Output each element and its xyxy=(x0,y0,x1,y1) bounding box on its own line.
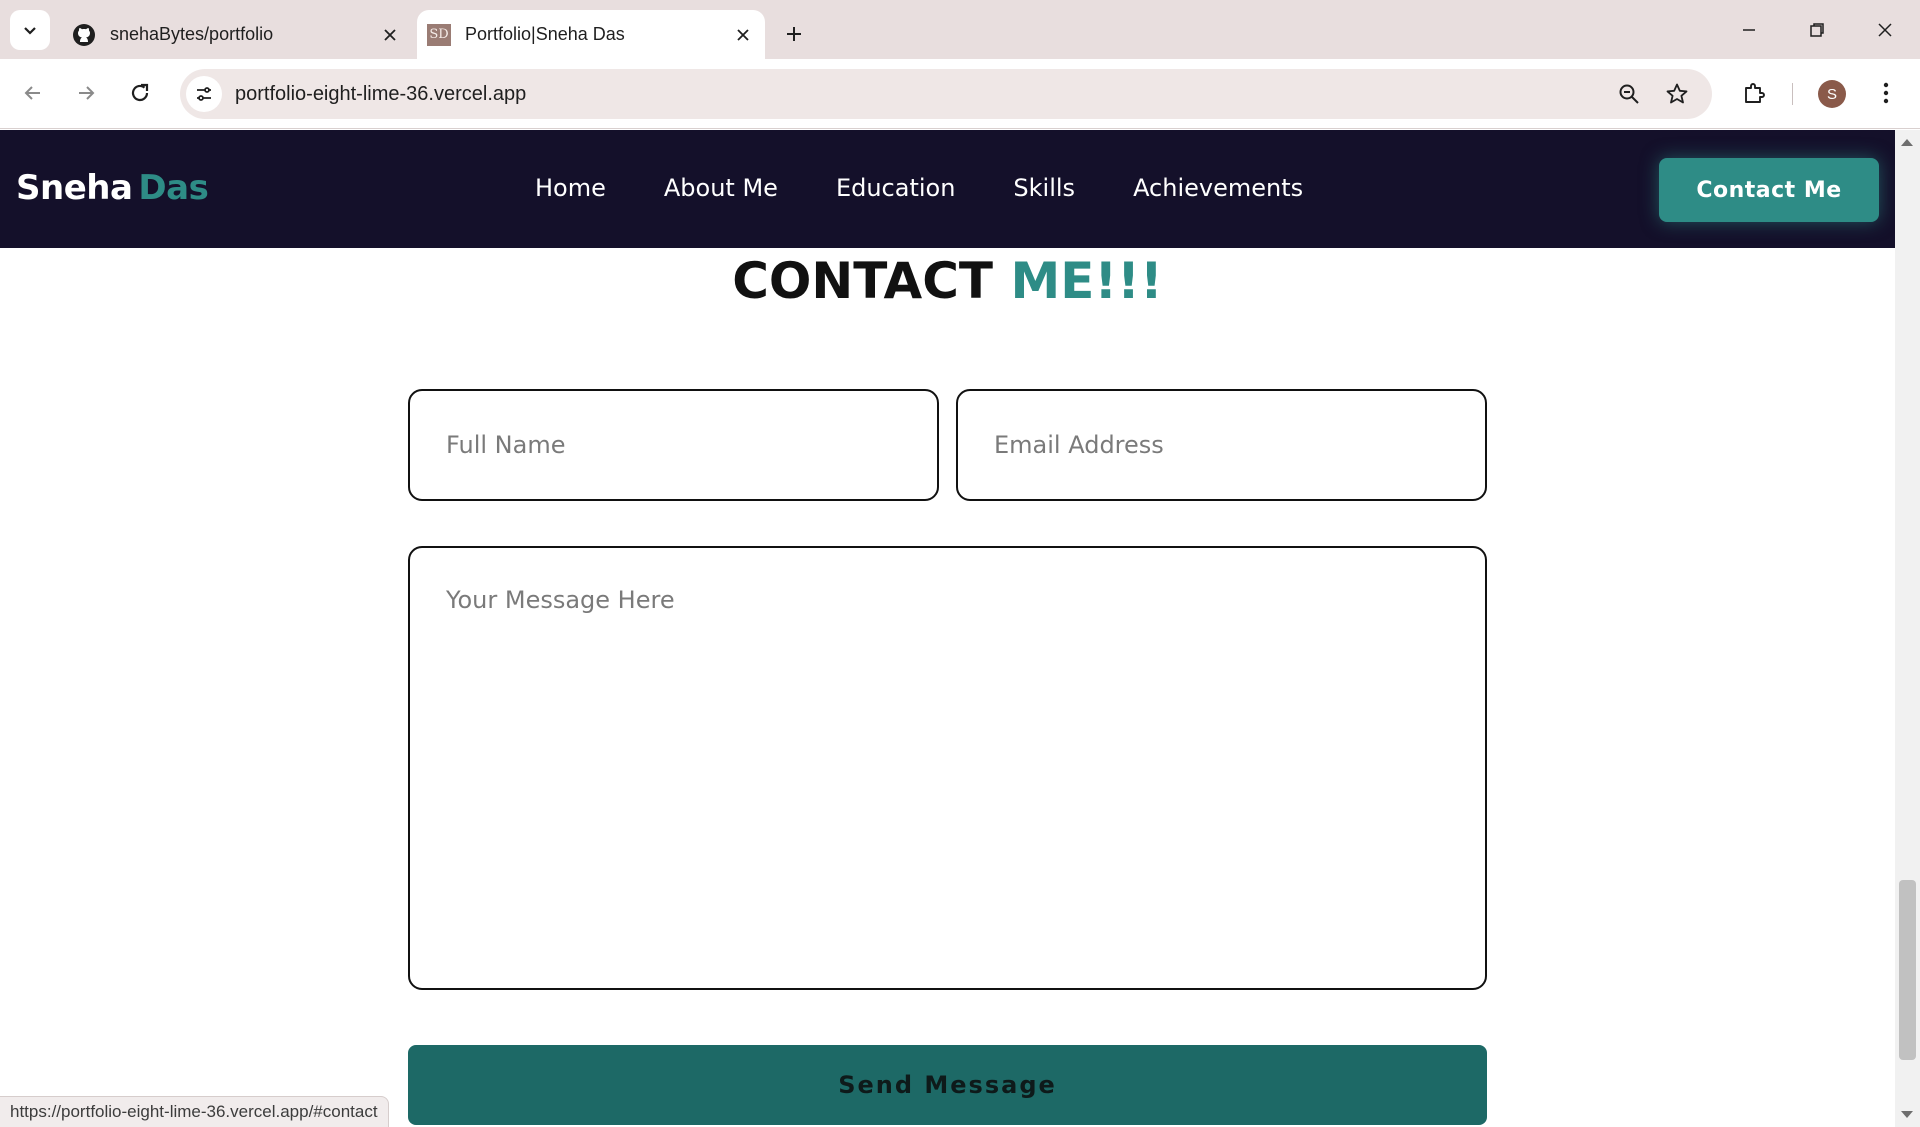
tab-portfolio[interactable]: SD Portfolio|Sneha Das xyxy=(417,10,765,59)
zoom-button[interactable] xyxy=(1614,79,1644,109)
page-viewport: Sneha Das Home About Me Education Skills … xyxy=(0,130,1895,1127)
full-name-placeholder: Full Name xyxy=(446,431,566,459)
new-tab-button[interactable] xyxy=(776,16,812,52)
github-icon xyxy=(72,23,96,47)
contact-me-button[interactable]: Contact Me xyxy=(1659,158,1879,222)
site-info-button[interactable] xyxy=(186,76,222,112)
browser-menu-button[interactable] xyxy=(1866,73,1906,113)
logo-first-name: Sneha xyxy=(16,168,133,208)
tab-github[interactable]: snehaBytes/portfolio xyxy=(62,10,412,59)
email-address-input[interactable]: Email Address xyxy=(956,389,1487,501)
title-part-2: ME!!! xyxy=(1010,252,1163,310)
tab-title: snehaBytes/portfolio xyxy=(110,24,274,44)
arrow-right-icon xyxy=(79,86,95,100)
close-icon xyxy=(1878,23,1892,37)
scrollbar-thumb[interactable] xyxy=(1899,880,1916,1060)
tab-search-button[interactable] xyxy=(10,10,50,50)
arrow-left-icon xyxy=(24,86,40,100)
nav-link-home[interactable]: Home xyxy=(535,174,606,202)
site-nav: Home About Me Education Skills Achieveme… xyxy=(535,174,1361,202)
chevron-down-icon xyxy=(24,27,36,35)
scroll-up-icon[interactable] xyxy=(1901,139,1913,146)
message-placeholder: Your Message Here xyxy=(446,586,675,614)
back-button[interactable] xyxy=(13,73,53,113)
toolbar-divider xyxy=(1792,83,1793,105)
title-part-1: CONTACT xyxy=(732,252,994,310)
nav-link-achievements[interactable]: Achievements xyxy=(1133,174,1303,202)
reload-button[interactable] xyxy=(120,73,160,113)
site-favicon-icon: SD xyxy=(427,23,451,46)
close-tab-icon[interactable] xyxy=(729,21,757,49)
minimize-button[interactable] xyxy=(1726,8,1772,52)
star-icon xyxy=(1666,83,1688,104)
email-placeholder: Email Address xyxy=(994,431,1164,459)
link-status-bar: https://portfolio-eight-lime-36.vercel.a… xyxy=(0,1096,389,1127)
restore-button[interactable] xyxy=(1794,8,1840,52)
more-vert-icon xyxy=(1883,82,1889,104)
browser-toolbar: portfolio-eight-lime-36.vercel.app S xyxy=(0,59,1920,129)
site-header: Sneha Das Home About Me Education Skills … xyxy=(0,130,1895,248)
forward-button[interactable] xyxy=(66,73,106,113)
nav-link-education[interactable]: Education xyxy=(836,174,955,202)
full-name-input[interactable]: Full Name xyxy=(408,389,939,501)
send-message-button[interactable]: Send Message xyxy=(408,1045,1487,1125)
extensions-button[interactable] xyxy=(1734,73,1774,113)
profile-avatar[interactable]: S xyxy=(1818,80,1846,108)
plus-icon xyxy=(787,27,801,41)
minimize-icon xyxy=(1743,29,1755,31)
site-logo[interactable]: Sneha Das xyxy=(16,168,209,208)
nav-link-skills[interactable]: Skills xyxy=(1013,174,1075,202)
close-window-button[interactable] xyxy=(1862,8,1908,52)
nav-link-about[interactable]: About Me xyxy=(664,174,778,202)
message-textarea[interactable]: Your Message Here xyxy=(408,546,1487,990)
zoom-icon xyxy=(1619,84,1639,104)
browser-tab-strip: snehaBytes/portfolio SD Portfolio|Sneha … xyxy=(0,0,1920,59)
scroll-down-icon[interactable] xyxy=(1901,1111,1913,1118)
contact-section-title: CONTACT ME!!! xyxy=(0,252,1895,310)
puzzle-icon xyxy=(1745,83,1765,103)
logo-last-name: Das xyxy=(138,168,209,208)
restore-icon xyxy=(1810,23,1824,37)
url-text[interactable]: portfolio-eight-lime-36.vercel.app xyxy=(235,83,526,106)
reload-icon xyxy=(131,83,149,102)
page-scrollbar[interactable] xyxy=(1895,130,1920,1127)
tune-icon xyxy=(197,87,211,101)
bookmark-button[interactable] xyxy=(1662,79,1692,109)
tab-title: Portfolio|Sneha Das xyxy=(465,24,625,44)
address-bar[interactable]: portfolio-eight-lime-36.vercel.app xyxy=(180,69,1712,119)
close-tab-icon[interactable] xyxy=(376,21,404,49)
